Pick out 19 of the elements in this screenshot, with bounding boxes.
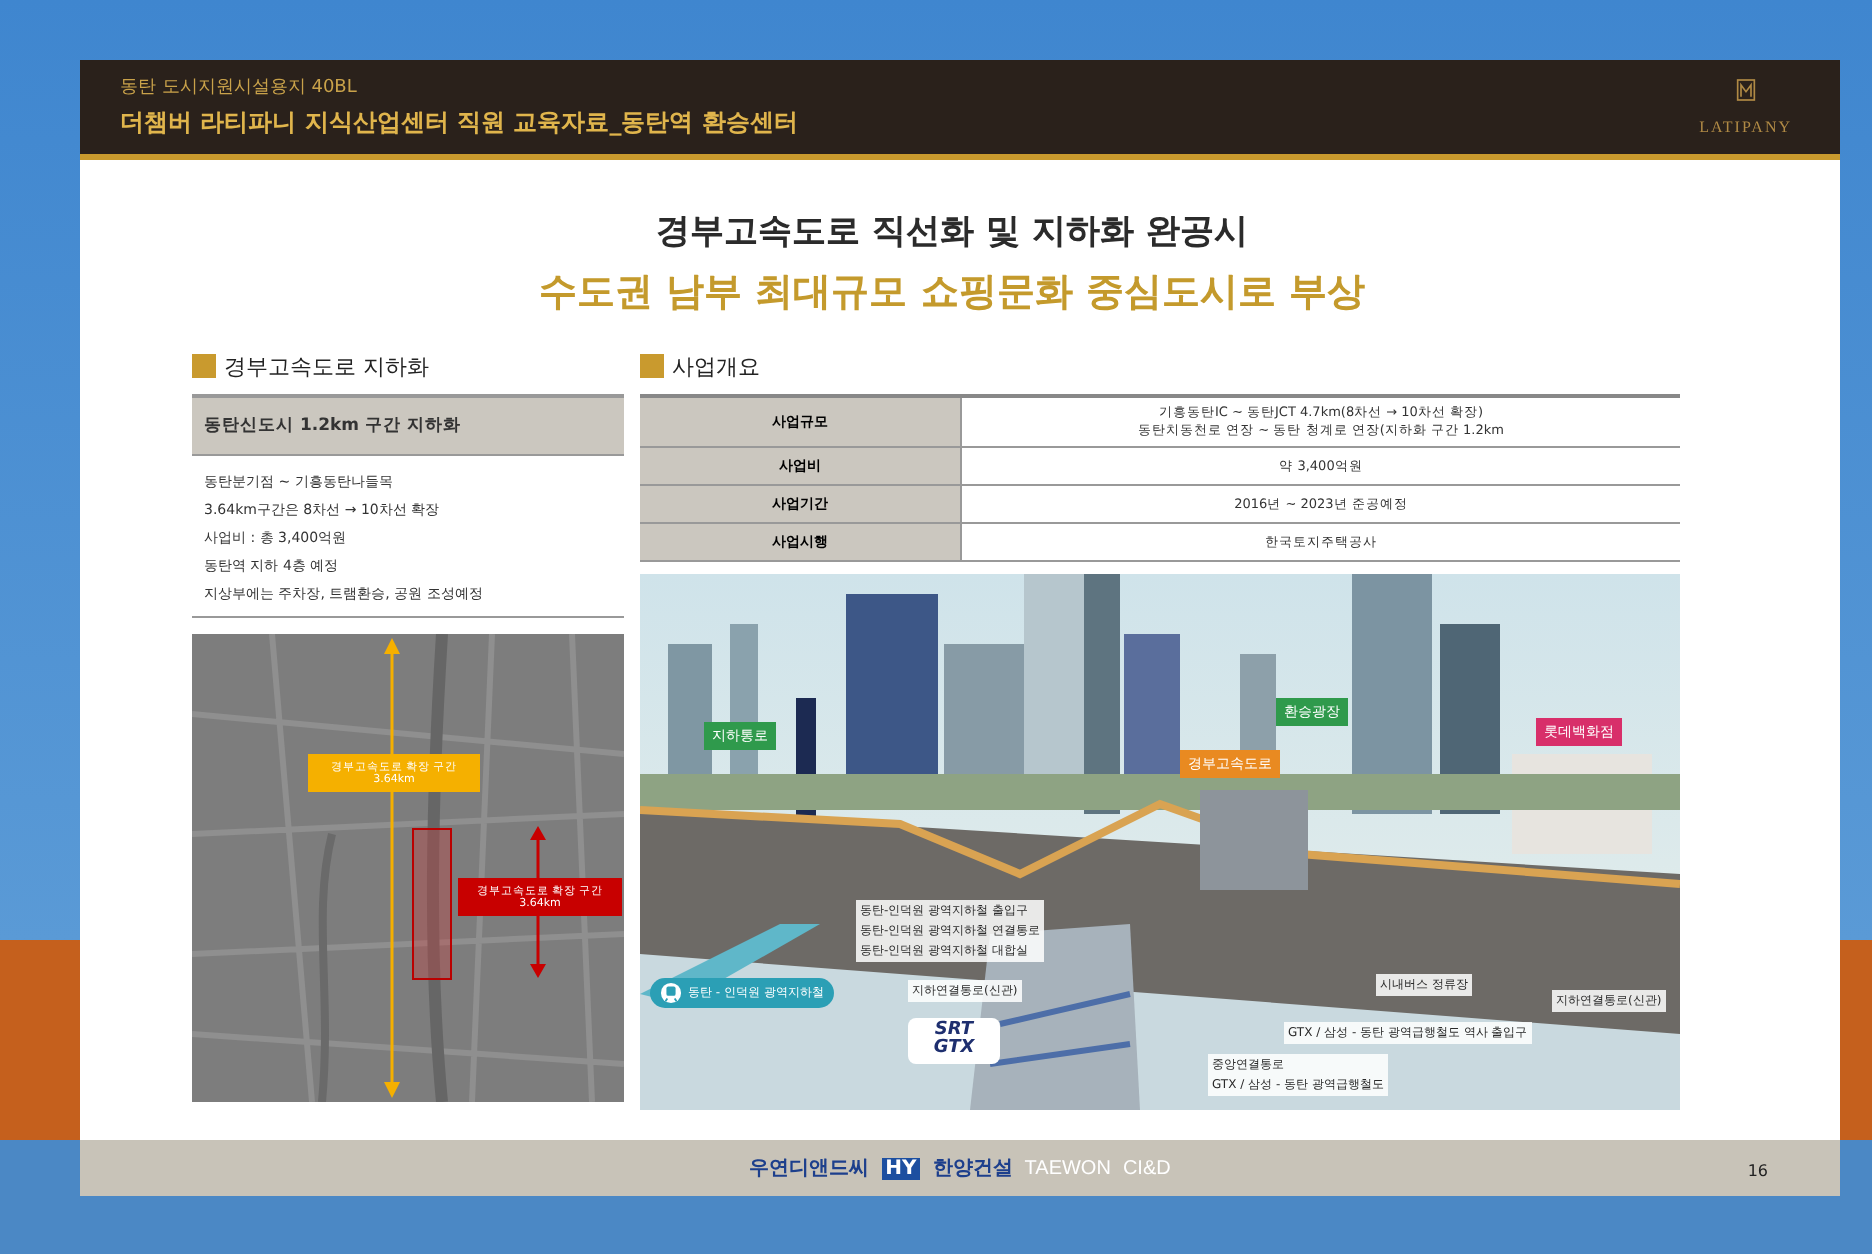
- logo-text: GTX: [933, 1040, 975, 1060]
- section-heading: 경부고속도로 지하화: [224, 351, 429, 381]
- company-logo: 한양건설: [932, 1156, 1013, 1182]
- company-logo: HY: [881, 1157, 921, 1179]
- square-icon: [640, 354, 664, 378]
- monogram-icon: [1735, 78, 1756, 102]
- header-subtitle: 동탄 도시지원시설용지 40BL: [120, 76, 359, 100]
- company-logo: CI&D: [1122, 1157, 1171, 1179]
- square-icon: [192, 354, 216, 378]
- header-title: 더챔버 라티파니 지식산업센터 직원 교육자료_동탄역 환승센터: [120, 106, 798, 140]
- section-heading: 사업개요: [672, 351, 760, 381]
- company-logo: 우연디앤드씨: [749, 1156, 870, 1182]
- page-number: 16: [1747, 1162, 1768, 1180]
- logo-text: SRT: [934, 1022, 974, 1040]
- logo-text: LATIPANY: [1699, 118, 1792, 136]
- banner: 동탄신도시 1.2km 구간 지하화: [192, 394, 624, 456]
- headline: 경부고속도로 직선화 및 지하화 완공시: [656, 210, 1248, 254]
- sub-headline: 수도권 남부 최대규모 쇼핑문화 중심도시로 부상: [538, 268, 1366, 318]
- company-logo: TAEWON: [1024, 1157, 1111, 1179]
